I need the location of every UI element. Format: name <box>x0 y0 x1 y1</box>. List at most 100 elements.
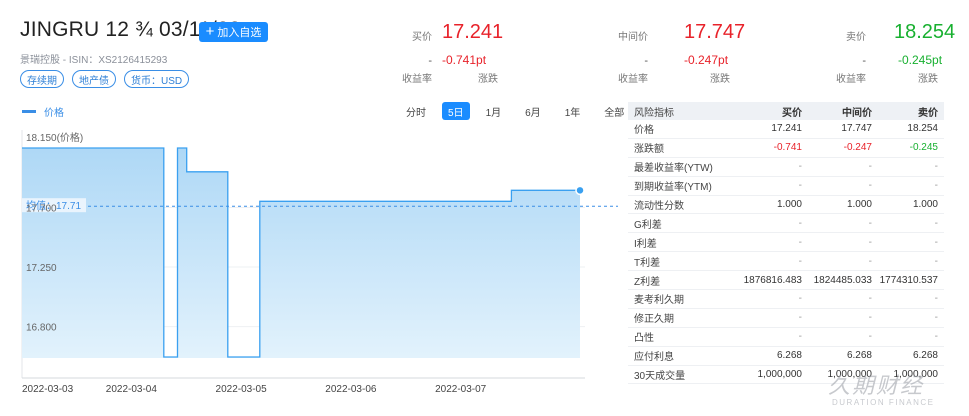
risk-cell-ask: - <box>934 180 938 192</box>
quote-bid-price: 17.241 <box>442 21 504 43</box>
risk-cell-ask: - <box>934 161 938 173</box>
add-to-watchlist-button[interactable]: + 加入自选 <box>199 22 268 42</box>
quote-bid-yield: - <box>428 55 432 67</box>
quote-ask-price: 18.254 <box>894 21 956 43</box>
quote-mid-price: 17.747 <box>684 21 746 43</box>
risk-cell-metric: 最差收益率(YTW) <box>634 163 713 175</box>
risk-cell-mid: - <box>868 312 872 324</box>
risk-cell-metric: 到期收益率(YTM) <box>634 182 712 194</box>
chart-legend[interactable]: 价格 <box>22 104 64 119</box>
risk-row: 到期收益率(YTM) - - - <box>628 177 944 196</box>
risk-cell-metric: 30天成交量 <box>634 371 686 383</box>
risk-cell-bid: -0.741 <box>773 142 802 154</box>
quote-bid-change-label: 涨跌 <box>478 74 498 85</box>
risk-cell-mid: - <box>868 255 872 267</box>
risk-cell-ask: - <box>934 255 938 267</box>
x-tick-label: 2022-03-04 <box>106 384 158 395</box>
risk-row: 凸性 - - - <box>628 328 944 347</box>
quote-bid: 买价 17.241 - -0.741pt 收益率 涨跌 <box>384 18 514 85</box>
risk-cell-metric: 涨跌额 <box>634 144 664 156</box>
risk-cell-bid: - <box>798 255 802 267</box>
x-tick-label: 2022-03-06 <box>325 384 377 395</box>
risk-cell-bid: - <box>798 293 802 305</box>
x-tick-label: 2022-03-03 <box>22 384 74 395</box>
risk-cell-metric: T利差 <box>634 257 661 269</box>
risk-cell-bid: - <box>798 217 802 229</box>
risk-cell-mid: 6.268 <box>846 350 872 362</box>
risk-cell-metric: 流动性分数 <box>634 201 684 212</box>
watermark-cn: 久期财经 <box>828 373 925 398</box>
watermark: 久期财经 DURATION FINANCE <box>790 368 965 414</box>
risk-cell-bid: - <box>798 312 802 324</box>
add-to-watchlist-label: 加入自选 <box>217 27 262 39</box>
risk-cell-mid: - <box>868 180 872 192</box>
risk-cell-metric: 凸性 <box>634 333 654 345</box>
quote-mid-yield-label: 收益率 <box>618 74 648 85</box>
risk-row: 应付利息 6.268 6.268 6.268 <box>628 347 944 366</box>
risk-cell-mid: - <box>868 217 872 229</box>
x-tick-label: 2022-03-05 <box>216 384 268 395</box>
risk-row: Z利差 1876816.483 1824485.033 1774310.537 <box>628 271 944 291</box>
risk-cell-ask: - <box>934 331 938 343</box>
header-mid: 中间价 <box>842 107 872 119</box>
quote-mid-change-label: 涨跌 <box>710 74 730 85</box>
price-area <box>22 148 580 358</box>
risk-cell-metric: I利差 <box>634 238 657 250</box>
risk-row: 流动性分数 1.000 1.000 1.000 <box>628 196 944 215</box>
header-ask: 卖价 <box>918 107 938 119</box>
issuer-isin: 景瑞控股 - ISIN：XS2126415293 <box>20 55 168 66</box>
risk-row: 价格 17.241 17.747 18.254 <box>628 120 944 139</box>
plus-icon: + <box>205 23 215 40</box>
risk-row: 修正久期 - - - <box>628 309 944 328</box>
quote-ask-yield-label: 收益率 <box>836 74 866 85</box>
risk-cell-bid: - <box>798 236 802 248</box>
risk-cell-mid: 1.000 <box>846 199 872 210</box>
quote-ask: 卖价 18.254 - -0.245pt 收益率 涨跌 <box>818 18 955 85</box>
tag-status[interactable]: 存续期 <box>20 70 64 88</box>
range-5d[interactable]: 5日 <box>442 102 470 120</box>
tag-sector[interactable]: 地产债 <box>72 70 116 88</box>
risk-cell-ask: 18.254 <box>907 123 938 135</box>
range-6m[interactable]: 6月 <box>517 102 549 120</box>
risk-cell-mid: 1824485.033 <box>813 274 872 286</box>
quote-mid-yield: - <box>644 55 648 67</box>
quote-ask-label: 卖价 <box>846 32 866 43</box>
last-price-point[interactable] <box>575 185 585 196</box>
time-range-selector: 分时 5日 1月 6月 1年 全部 <box>398 102 640 120</box>
risk-cell-metric: 修正久期 <box>634 314 674 326</box>
legend-line-icon <box>22 110 36 113</box>
y-tick-label: 17.250 <box>26 263 57 274</box>
range-1m[interactable]: 1月 <box>478 102 510 120</box>
risk-cell-metric: 应付利息 <box>634 352 674 364</box>
risk-cell-mid: 17.747 <box>841 123 872 135</box>
risk-row: T利差 - - - <box>628 252 944 272</box>
bond-tags: 存续期 地产债 货币：USD <box>20 70 190 88</box>
range-1y[interactable]: 1年 <box>557 102 589 120</box>
risk-cell-metric: 麦考利久期 <box>634 295 684 307</box>
risk-cell-mid: -0.247 <box>843 142 872 154</box>
y-tick-label: 17.700 <box>26 204 57 215</box>
risk-cell-mid: - <box>868 293 872 305</box>
risk-row: 涨跌额 -0.741 -0.247 -0.245 <box>628 139 944 158</box>
price-chart[interactable]: 均值：17.71 18.150(价格) 17.70017.25016.800 2… <box>0 120 620 400</box>
range-intraday[interactable]: 分时 <box>398 102 434 120</box>
risk-row: 最差收益率(YTW) - - - <box>628 158 944 177</box>
risk-cell-ask: 1774310.537 <box>879 274 938 286</box>
quote-mid: 中间价 17.747 - -0.247pt 收益率 涨跌 <box>600 18 745 85</box>
risk-cell-bid: 1.000 <box>776 199 802 210</box>
x-tick-label: 2022-03-07 <box>435 384 487 395</box>
header-bid: 买价 <box>782 107 802 119</box>
watermark-en: DURATION FINANCE <box>832 398 935 407</box>
risk-cell-mid: - <box>868 161 872 173</box>
quote-bid-yield-label: 收益率 <box>402 74 432 85</box>
quote-ask-change: -0.245pt <box>898 53 943 67</box>
risk-cell-bid: - <box>798 180 802 192</box>
risk-cell-ask: 6.268 <box>912 350 938 362</box>
risk-cell-metric: Z利差 <box>634 276 661 288</box>
y-tick-label: 16.800 <box>26 323 57 334</box>
risk-metrics-table: 风险指标 买价 中间价 卖价 价格 17.241 17.747 18.254 涨跌额 -0… <box>628 102 944 385</box>
risk-cell-ask: - <box>934 293 938 305</box>
risk-cell-metric: G利差 <box>634 219 662 231</box>
range-all[interactable]: 全部 <box>596 102 632 120</box>
tag-currency[interactable]: 货币：USD <box>124 70 190 88</box>
